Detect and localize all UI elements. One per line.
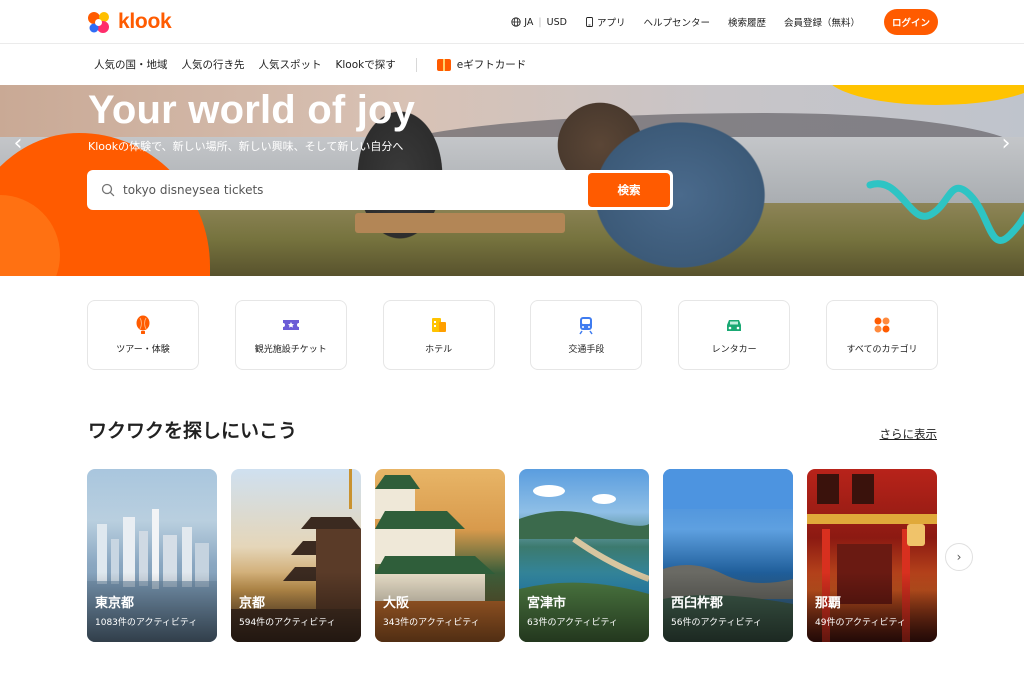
- signup-link[interactable]: 会員登録（無料）: [784, 15, 860, 29]
- destination-card-nishiusuki[interactable]: 西臼杵郡 56件のアクティビティ: [663, 469, 793, 642]
- grid-icon: [874, 317, 890, 333]
- category-label: ホテル: [425, 345, 453, 355]
- nav-popular-countries[interactable]: 人気の国・地域: [94, 57, 168, 72]
- top-header: klook JA | USD アプリ ヘルプセンター 検索履歴 会員登録（無料）…: [0, 0, 1024, 44]
- globe-icon: [511, 17, 521, 27]
- destination-card-kyoto[interactable]: 京都 594件のアクティビティ: [231, 469, 361, 642]
- destination-name: 西臼杵郡: [671, 596, 724, 611]
- language-currency-selector[interactable]: JA | USD: [511, 17, 567, 28]
- category-label: すべてのカテゴリ: [846, 345, 918, 355]
- nav-gift-card[interactable]: eギフトカード: [436, 57, 527, 72]
- destination-name: 宮津市: [527, 596, 567, 611]
- app-link[interactable]: アプリ: [585, 15, 626, 29]
- destination-card-osaka[interactable]: 大阪 343件のアクティビティ: [375, 469, 505, 642]
- activity-count: 1083件のアクティビティ: [95, 618, 198, 628]
- currency-label: USD: [546, 16, 567, 28]
- category-tours[interactable]: ツアー・体験: [87, 300, 199, 370]
- carousel-next-button[interactable]: ›: [945, 543, 973, 571]
- top-nav: JA | USD アプリ ヘルプセンター 検索履歴 会員登録（無料） ログイン: [511, 8, 938, 36]
- category-hotels[interactable]: ホテル: [382, 300, 495, 370]
- activity-count: 63件のアクティビティ: [527, 618, 618, 628]
- category-label: レンタカー: [711, 345, 757, 355]
- nav-popular-spots[interactable]: 人気スポット: [259, 57, 322, 72]
- car-icon: [727, 320, 742, 331]
- category-label: 観光施設チケット: [254, 345, 327, 355]
- chevron-right-icon: ›: [956, 550, 962, 564]
- klook-logo-icon: [88, 12, 109, 33]
- category-attraction-tickets[interactable]: 観光施設チケット: [234, 300, 347, 370]
- nav-divider: [415, 57, 417, 72]
- gift-icon: [436, 58, 451, 71]
- activity-count: 49件のアクティビティ: [815, 618, 906, 628]
- activity-count: 343件のアクティビティ: [383, 618, 480, 628]
- destination-card-miyazu[interactable]: 宮津市 63件のアクティビティ: [519, 469, 649, 642]
- hero-subtitle: Klookの体験で、新しい場所、新しい興味、そして新しい自分へ: [88, 140, 404, 153]
- hero-next-arrow[interactable]: ›: [996, 133, 1016, 155]
- section-title: ワクワクを探しにいこう: [88, 420, 298, 442]
- gift-label: eギフトカード: [456, 59, 527, 71]
- train-icon: [579, 317, 594, 335]
- search-history-link[interactable]: 検索履歴: [728, 15, 766, 29]
- destination-card-naha[interactable]: 那覇 49件のアクティビティ: [807, 469, 937, 642]
- destination-name: 大阪: [383, 596, 410, 611]
- hotel-icon: [431, 318, 446, 332]
- phone-icon: [585, 17, 593, 27]
- destination-cards: 東京都 1083件のアクティビティ 京都 594件のアクティビティ 大阪 343…: [87, 469, 937, 642]
- hero-prev-arrow[interactable]: ‹: [8, 133, 28, 155]
- category-car-rental[interactable]: レンタカー: [678, 300, 791, 370]
- login-button[interactable]: ログイン: [884, 9, 938, 35]
- nav-explore-klook[interactable]: Klookで探す: [336, 57, 396, 72]
- destination-name: 京都: [239, 596, 266, 611]
- destination-card-tokyo[interactable]: 東京都 1083件のアクティビティ: [87, 469, 217, 642]
- search-button[interactable]: 検索: [588, 173, 670, 207]
- hero-table: [355, 213, 565, 233]
- sub-nav: 人気の国・地域 人気の行き先 人気スポット Klookで探す eギフトカード: [0, 44, 1024, 85]
- category-all[interactable]: すべてのカテゴリ: [825, 300, 938, 370]
- category-transport[interactable]: 交通手段: [530, 300, 643, 370]
- search-icon: [101, 183, 115, 197]
- nav-popular-destinations[interactable]: 人気の行き先: [182, 57, 245, 72]
- destination-name: 東京都: [95, 596, 135, 611]
- teal-squiggle: [866, 180, 1024, 244]
- category-row: ツアー・体験 観光施設チケット ホテル 交通手段 レンタカー すべてのカテゴリ: [87, 300, 938, 370]
- klook-logo[interactable]: klook: [86, 9, 172, 35]
- activity-count: 56件のアクティビティ: [671, 618, 762, 628]
- see-more-link[interactable]: さらに表示: [880, 426, 938, 442]
- search-bar[interactable]: tokyo disneysea tickets 検索: [87, 170, 673, 210]
- category-label: 交通手段: [568, 345, 605, 355]
- app-label: アプリ: [596, 18, 626, 29]
- category-label: ツアー・体験: [116, 345, 170, 355]
- destination-name: 那覇: [815, 596, 842, 611]
- language-label: JA: [524, 16, 534, 28]
- ticket-icon: [282, 320, 299, 330]
- divider: |: [538, 16, 542, 28]
- help-center-link[interactable]: ヘルプセンター: [643, 15, 710, 29]
- balloon-icon: [136, 315, 150, 334]
- hero-title: Your world of joy: [88, 88, 416, 132]
- logo-text: klook: [118, 10, 172, 33]
- activity-count: 594件のアクティビティ: [239, 618, 336, 628]
